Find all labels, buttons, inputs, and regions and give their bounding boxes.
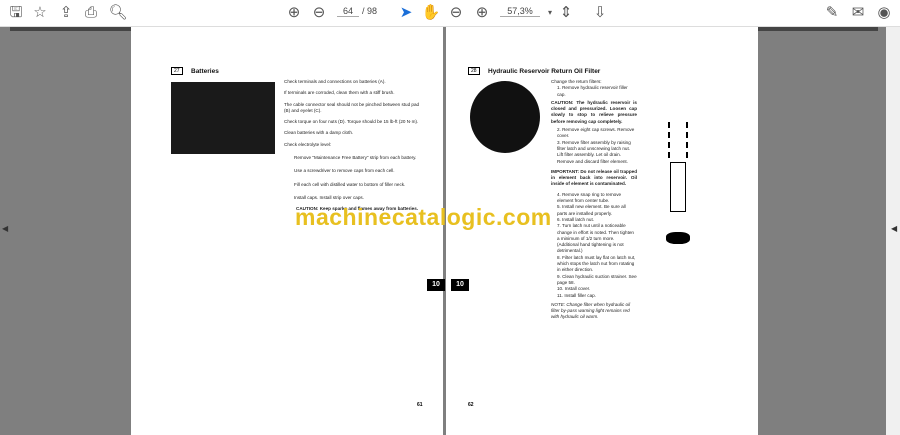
page-total: / 98 (362, 6, 378, 16)
pdf-page-right: 28 Hydraulic Reservoir Return Oil Filter… (446, 27, 758, 435)
paragraph: Check electrolyte level: (284, 141, 332, 147)
bullet-item: Fill each cell with distilled water to b… (294, 181, 406, 187)
zoom-level-select[interactable]: 57,3% (500, 6, 540, 17)
page-number: 61 (417, 402, 423, 408)
sign-icon[interactable]: ✎ (822, 4, 842, 22)
step: 2. Remove eight cap screws. Remove cover… (557, 127, 635, 139)
select-cursor-icon[interactable]: ➤ (396, 4, 416, 22)
step: 11. Install filler cap. (557, 292, 596, 298)
caution-text: CAUTION: The hydraulic reservoir is clos… (551, 99, 637, 124)
right-collapse-arrow-icon[interactable]: ◀ (891, 224, 897, 233)
section-tab: 10 (427, 279, 445, 291)
print-icon[interactable]: ⎙ (81, 4, 101, 22)
section-title: Hydraulic Reservoir Return Oil Filter (488, 68, 601, 75)
page-strip (758, 27, 878, 31)
zoom-out-icon[interactable]: ⊖ (446, 4, 466, 22)
step: 7. Turn latch nut until a noticeable cha… (557, 223, 634, 254)
step: 4. Remove snap ring to remove element fr… (557, 191, 622, 204)
search-icon[interactable]: 🔍︎ (108, 4, 128, 22)
section-tab: 10 (451, 279, 469, 291)
scroll-mode-icon[interactable]: ⇩ (590, 4, 610, 22)
note-text: NOTE: Change filter when hydraulic oil f… (551, 301, 631, 320)
fit-page-icon[interactable]: ⇕ (556, 4, 576, 22)
paragraph: The cable connector seal should not be p… (284, 101, 420, 113)
step: 3. Remove filter assembly by raising fil… (557, 139, 631, 164)
bullet-item: Use a screwdriver to remove caps from ea… (294, 168, 395, 174)
mail-icon[interactable]: ✉ (848, 4, 868, 22)
account-icon[interactable]: ◉ (874, 4, 894, 22)
page-number: 62 (468, 402, 474, 408)
reservoir-photo (470, 81, 540, 153)
watermark: machinecatalogic.com (295, 204, 552, 230)
zoom-in-icon[interactable]: ⊕ (472, 4, 492, 22)
step: 1. Remove hydraulic reservoir filler cap… (557, 85, 628, 97)
battery-photo (171, 82, 275, 154)
toolbar: 🖫 ☆ ⇪ ⎙ 🔍︎ ⊕ ⊖ 64 / 98 ➤ ✋ ⊖ ⊕ 57,3% ▾ ⇕… (0, 0, 900, 27)
page-strip (10, 27, 131, 31)
filter-diagram (664, 122, 692, 252)
step: 8. Filter latch must lay flat on latch n… (557, 254, 636, 273)
pdf-page-left: 27 Batteries Check terminals and connect… (131, 27, 445, 435)
bullet-item: Remove "Maintenance Free Battery" strip … (294, 155, 417, 161)
step: 9. Clean hydraulic suction strainer. See… (557, 273, 637, 285)
step: 5. Install new element. Be sure all part… (557, 204, 626, 216)
bookmark-star-icon[interactable]: ☆ (30, 4, 50, 22)
section-number: 28 (468, 67, 480, 75)
section-title: Batteries (191, 68, 219, 75)
paragraph: Clean batteries with a damp cloth. (284, 130, 354, 136)
next-page-icon[interactable]: ⊖ (309, 4, 329, 22)
paragraph: If terminals are corroded, clean them wi… (284, 90, 395, 96)
paragraph: Check torque on four nuts (D). Torque sh… (284, 119, 419, 125)
previous-page-icon[interactable]: ⊕ (284, 4, 304, 22)
upload-cloud-icon[interactable]: ⇪ (56, 4, 76, 22)
section-number: 27 (171, 67, 183, 75)
paragraph: Check terminals and connections on batte… (284, 79, 386, 84)
left-collapse-arrow-icon[interactable]: ◀ (2, 224, 8, 233)
important-text: IMPORTANT: Do not release oil trapped in… (551, 168, 637, 187)
bullet-item: Install caps. Install strip over caps. (294, 194, 364, 200)
hand-tool-icon[interactable]: ✋ (421, 4, 441, 22)
save-icon[interactable]: 🖫 (6, 4, 26, 22)
page-number-input[interactable]: 64 (337, 6, 359, 17)
